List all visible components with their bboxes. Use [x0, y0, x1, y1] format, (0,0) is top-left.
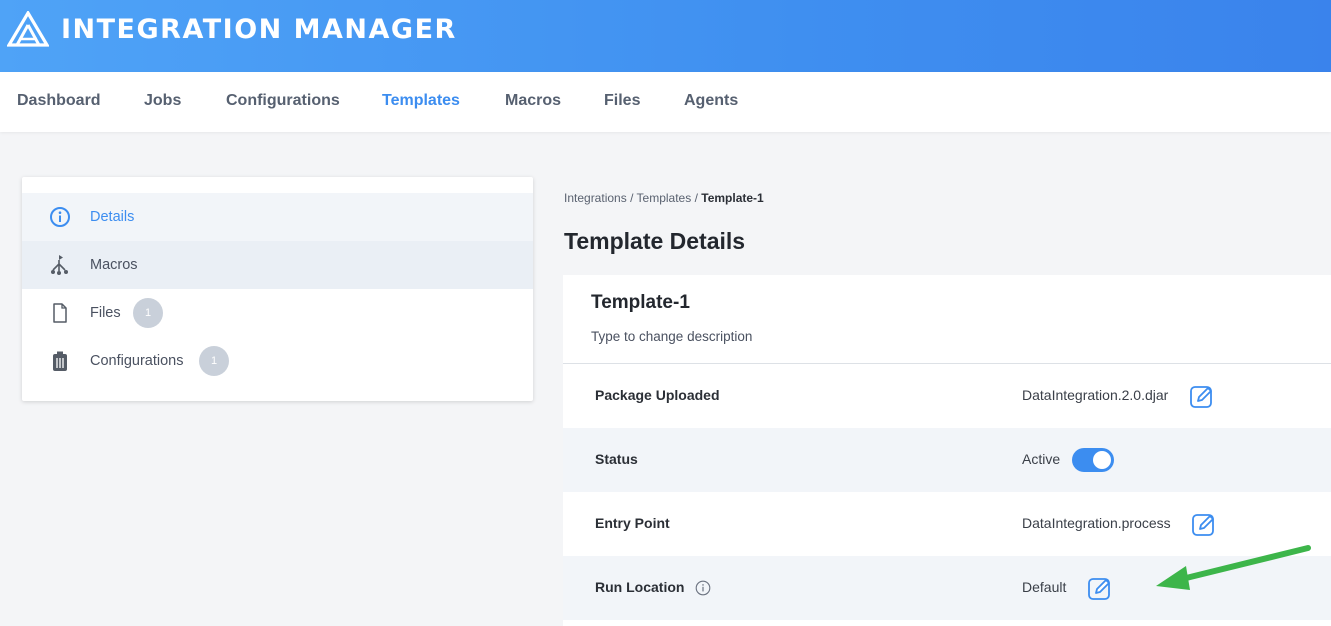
row-package-uploaded: Package Uploaded DataIntegration.2.0.dja… — [563, 364, 1331, 428]
breadcrumb-current: Template-1 — [701, 191, 764, 205]
file-icon — [53, 303, 67, 323]
files-count-badge: 1 — [133, 298, 163, 328]
app-title: INTEGRATION MANAGER — [61, 14, 457, 45]
sidebar-item-label: Details — [90, 209, 135, 225]
info-icon — [50, 207, 70, 227]
trash-bin-icon — [53, 351, 67, 371]
breadcrumb-separator: / — [694, 191, 698, 205]
nav-dashboard[interactable]: Dashboard — [17, 92, 101, 110]
nav-macros[interactable]: Macros — [505, 92, 561, 110]
breadcrumb: Integrations / Templates / Template-1 — [564, 191, 764, 205]
row-status: Status Active — [563, 428, 1331, 492]
template-name[interactable]: Template-1 — [591, 292, 690, 314]
toggle-knob — [1093, 451, 1111, 469]
edit-entry-point-button[interactable] — [1191, 511, 1217, 537]
app-header: INTEGRATION MANAGER — [0, 0, 1331, 72]
breadcrumb-templates[interactable]: Templates — [637, 191, 692, 205]
main-nav: Dashboard Jobs Configurations Templates … — [0, 72, 1331, 132]
hierarchy-icon — [51, 255, 68, 275]
run-location-value: Default — [1022, 579, 1067, 595]
edit-run-location-button[interactable] — [1087, 575, 1113, 601]
sidebar-item-label: Files — [90, 305, 121, 321]
edit-package-button[interactable] — [1189, 383, 1215, 409]
sidebar-item-details[interactable]: Details — [22, 193, 533, 241]
nav-files[interactable]: Files — [604, 92, 640, 110]
sidebar-item-label: Configurations — [90, 353, 184, 369]
description-field[interactable]: Type to change description — [591, 329, 752, 344]
nav-agents[interactable]: Agents — [684, 92, 738, 110]
nav-jobs[interactable]: Jobs — [144, 92, 181, 110]
row-label: Run Location — [595, 579, 685, 595]
sidebar-item-configurations[interactable]: Configurations 1 — [22, 337, 533, 385]
configurations-count-badge: 1 — [199, 346, 229, 376]
status-toggle[interactable] — [1072, 448, 1114, 472]
nav-configurations[interactable]: Configurations — [226, 92, 340, 110]
nav-templates[interactable]: Templates — [382, 92, 460, 110]
page-title: Template Details — [564, 228, 746, 254]
info-icon[interactable] — [695, 580, 711, 596]
template-sidebar: Details Macros Files 1 Configurations 1 — [22, 177, 533, 401]
status-value: Active — [1022, 451, 1061, 467]
row-label: Status — [595, 451, 638, 467]
package-value: DataIntegration.2.0.djar — [1022, 387, 1169, 403]
breadcrumb-separator: / — [630, 191, 634, 205]
row-label: Entry Point — [595, 515, 670, 531]
entry-point-value: DataIntegration.process — [1022, 515, 1171, 531]
row-label: Package Uploaded — [595, 387, 720, 403]
mountain-logo-icon[interactable] — [7, 11, 49, 47]
sidebar-item-files[interactable]: Files 1 — [22, 289, 533, 337]
sidebar-item-label: Macros — [90, 257, 138, 273]
annotation-arrow-icon — [1156, 545, 1311, 590]
sidebar-item-macros[interactable]: Macros — [22, 241, 533, 289]
breadcrumb-integrations[interactable]: Integrations — [564, 191, 627, 205]
